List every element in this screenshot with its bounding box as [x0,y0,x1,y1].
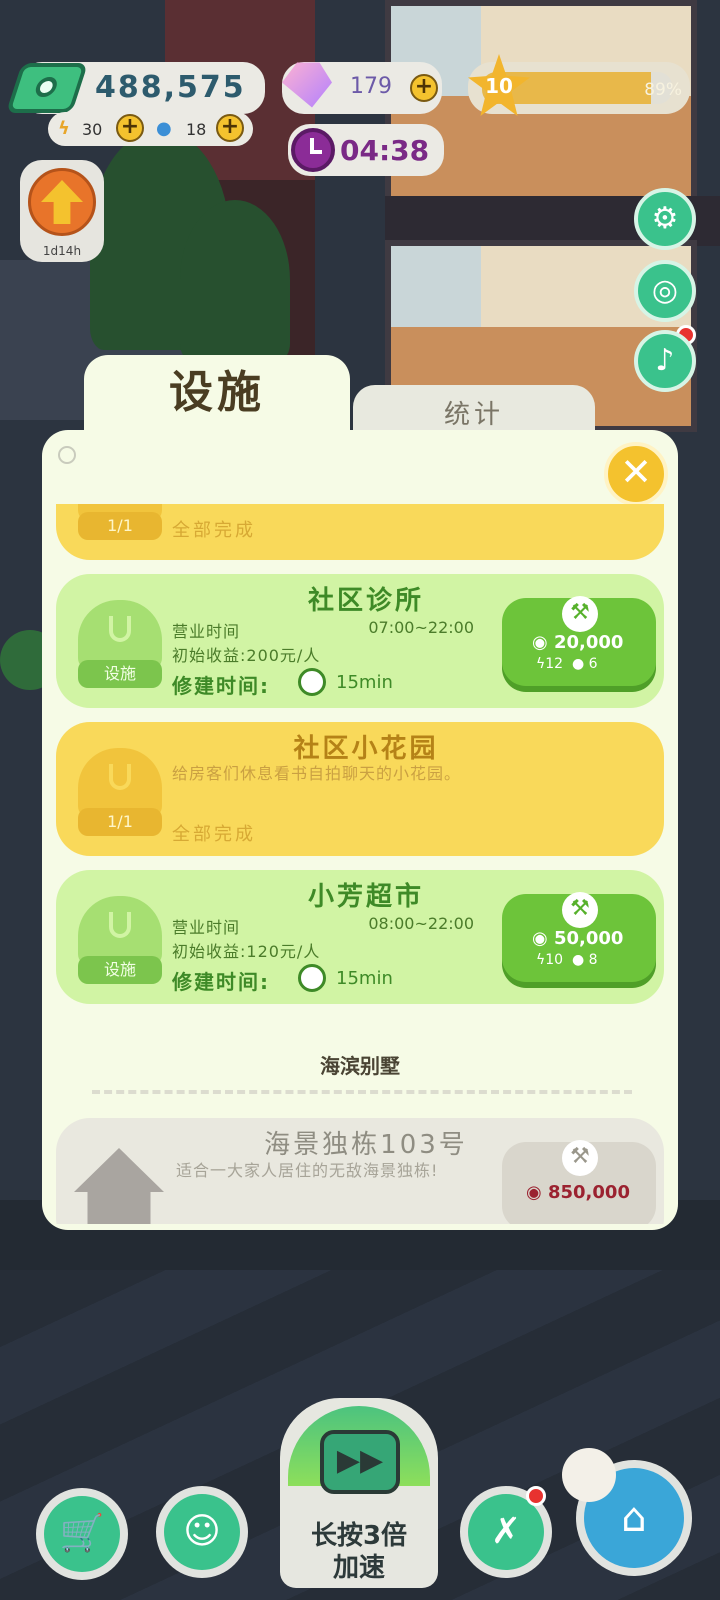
income-text: 初始收益:200元/人 [172,646,321,665]
hammer-icon: ⚒ [562,892,598,928]
clock-icon [298,668,326,696]
clock-icon [291,128,335,172]
smiley-icon: ☺ [164,1494,240,1570]
status-complete: 全部完成 [172,520,256,541]
money-value: 488,575 [95,70,246,105]
house-icon [74,1148,164,1224]
smile-icon [109,764,131,790]
section-divider [92,1090,632,1094]
property-title: 海景独栋103号 [264,1130,468,1160]
gear-icon: ⚙ [651,201,679,236]
close-icon: ✕ [620,450,652,494]
energy-value: 30 [82,120,103,139]
facility-badge-label: 1/1 [78,808,162,836]
clock-icon [298,964,326,992]
facility-badge-label: 设施 [78,660,162,688]
smile-icon [109,616,131,642]
add-energy-button[interactable]: + [116,114,144,142]
water-drop-icon: ● [156,118,172,139]
level-number: 10 [485,74,513,98]
tab-statistics-label: 统计 [443,400,504,430]
upgrade-timer: 1d14h [42,244,82,258]
facility-card-clinic: 设施 社区诊所 营业时间 07:00~22:00 初始收益:200元/人 修建时… [56,574,664,708]
gem-value: 179 [350,74,392,99]
timer-value: 04:38 [340,134,430,167]
hours-label: 营业时间 [172,622,241,641]
tree [180,200,290,360]
hours-value: 08:00~22:00 [368,914,474,933]
social-button[interactable]: ☺ [156,1486,248,1578]
facility-card-garden: 1/1 社区小花园 给房客们休息看书自拍聊天的小花园。 全部完成 [56,722,664,856]
energy-icon: ϟ [58,118,70,139]
property-card-locked: 海景独栋103号 适合一大家人居住的无敌海景独栋! ⚒ ◉ 850,000 [56,1118,664,1224]
close-button[interactable]: ✕ [604,442,668,506]
build-time-value: 15min [336,968,393,989]
notification-button[interactable]: ♪ [634,330,696,392]
info-icon[interactable] [58,446,76,464]
status-complete: 全部完成 [172,824,256,845]
cart-icon: 🛒 [44,1496,120,1572]
facility-list[interactable]: 1/1 全部完成 设施 社区诊所 营业时间 07:00~22:00 初始收益:2… [56,504,664,1224]
add-gems-button[interactable]: + [410,74,438,102]
coupon-button[interactable]: ◎ [634,260,696,322]
shop-button[interactable]: 🛒 [36,1488,128,1580]
level-percent: 89% [644,80,682,100]
water-value: 18 [186,120,207,139]
coupon-icon: ◎ [651,273,679,308]
facility-title: 社区诊所 [307,586,424,616]
hours-value: 07:00~22:00 [368,618,474,637]
build-clinic-button[interactable]: ⚒ ◉ 20,000 ϟ12 ● 6 [502,596,656,686]
property-cost: ◉ 850,000 [526,1182,630,1203]
tab-facilities-label: 设施 [169,367,265,418]
build-cost: ◉ 20,000 [532,632,624,653]
speed-up-label: 长按3倍 加速 [310,1521,408,1583]
facility-badge-label: 1/1 [78,512,162,540]
settings-button[interactable]: ⚙ [634,188,696,250]
hammer-icon: ⚒ [562,1140,598,1176]
property-description: 适合一大家人居住的无敌海景独栋! [176,1161,439,1180]
build-resource-cost: ϟ12 ● 6 [536,656,598,672]
buy-property-button[interactable]: ⚒ ◉ 850,000 [502,1140,656,1224]
hammer-icon: ⚒ [562,596,598,632]
smile-icon [109,912,131,938]
build-time-label: 修建时间: [172,970,270,994]
hours-label: 营业时间 [172,918,241,937]
build-supermarket-button[interactable]: ⚒ ◉ 50,000 ϟ10 ● 8 [502,892,656,982]
tv-fast-forward-icon: ▶▶ [320,1430,400,1494]
build-time-value: 15min [336,672,393,693]
pet-avatar[interactable] [562,1448,616,1502]
notification-dot [526,1486,546,1506]
income-text: 初始收益:120元/人 [172,942,321,961]
facility-title: 小芳超市 [307,882,424,912]
add-water-button[interactable]: + [216,114,244,142]
facility-card-completed: 1/1 全部完成 [56,504,664,560]
section-title: 海滨别墅 [320,1054,400,1078]
build-time-label: 修建时间: [172,674,270,698]
bell-icon: ♪ [655,343,675,378]
facility-card-supermarket: 设施 小芳超市 营业时间 08:00~22:00 初始收益:120元/人 修建时… [56,870,664,1004]
build-cost: ◉ 50,000 [532,928,624,949]
build-resource-cost: ϟ10 ● 8 [536,952,598,968]
facility-title: 社区小花园 [293,734,439,764]
facility-badge-label: 设施 [78,956,162,984]
facility-description: 给房客们休息看书自拍聊天的小花园。 [172,764,462,783]
